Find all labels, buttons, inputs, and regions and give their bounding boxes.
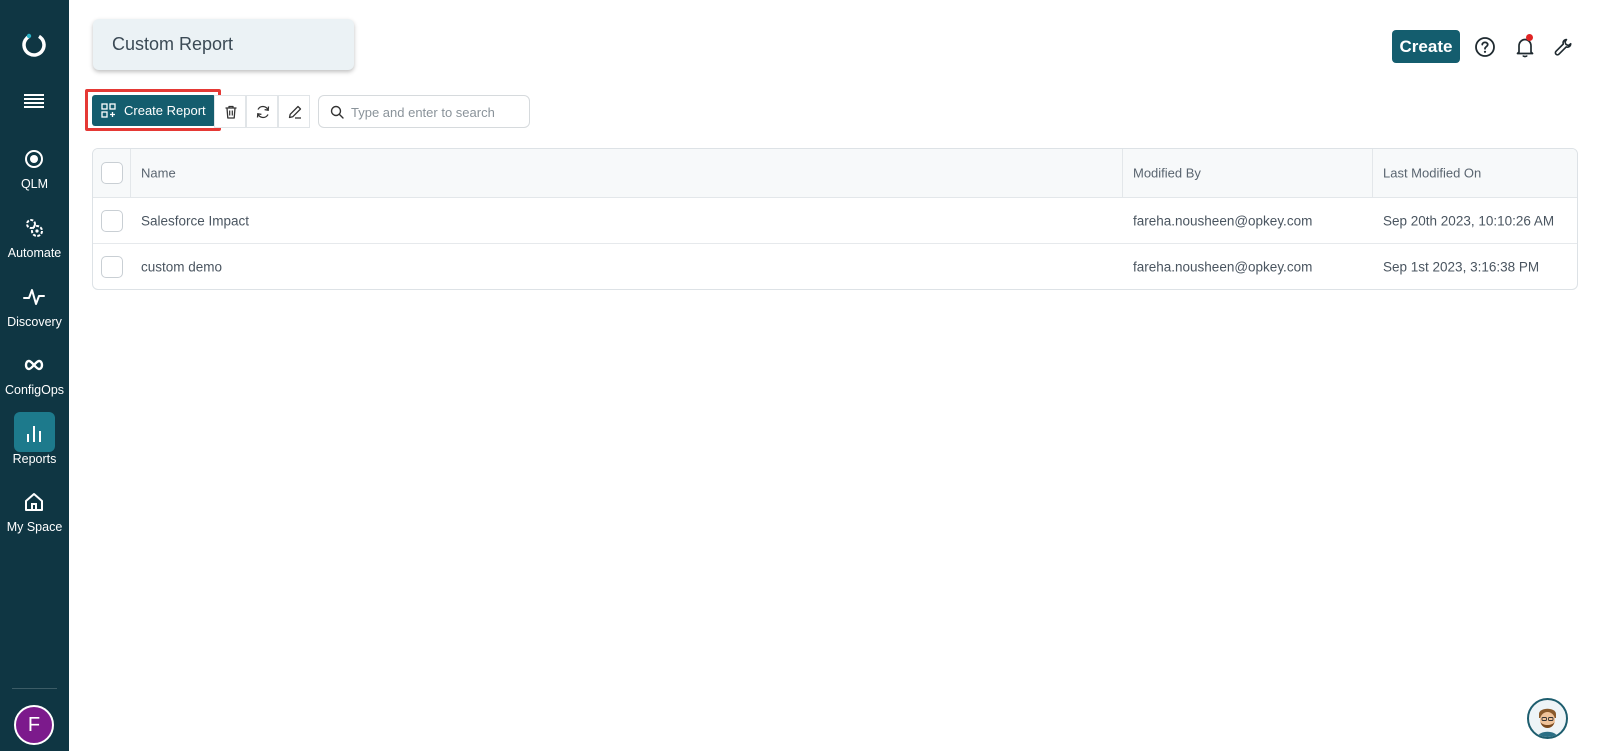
refresh-button[interactable] xyxy=(246,95,278,128)
report-name: Salesforce Impact xyxy=(141,213,250,228)
table-header: Name Modified By Last Modified On xyxy=(93,149,1577,198)
app-logo[interactable] xyxy=(21,32,47,58)
hamburger-menu-icon[interactable] xyxy=(22,92,46,110)
sidebar-item-qlm[interactable]: QLM xyxy=(0,147,69,207)
sidebar-item-reports[interactable]: Reports xyxy=(0,412,69,482)
edit-button[interactable] xyxy=(278,95,310,128)
column-header-modified-by[interactable]: Modified By xyxy=(1123,149,1373,197)
create-report-button[interactable]: Create Report xyxy=(92,95,216,126)
select-all-checkbox[interactable] xyxy=(101,162,123,184)
sidebar-item-automate[interactable]: Automate xyxy=(0,216,69,276)
assistant-bot-button[interactable] xyxy=(1527,698,1568,739)
target-icon xyxy=(25,150,43,168)
sidebar-item-configops[interactable]: ConfigOps xyxy=(0,353,69,413)
help-icon[interactable] xyxy=(1474,36,1496,58)
cell-name[interactable]: Salesforce Impact xyxy=(131,198,1123,243)
sidebar-item-discovery[interactable]: Discovery xyxy=(0,285,69,345)
wrench-icon[interactable] xyxy=(1552,36,1574,58)
search-input[interactable] xyxy=(351,102,521,122)
pulse-icon xyxy=(23,289,45,305)
page-title: Custom Report xyxy=(112,34,234,54)
column-header-label: Name xyxy=(141,165,176,181)
bar-chart-icon xyxy=(27,426,41,442)
modified-by: fareha.nousheen@opkey.com xyxy=(1133,213,1313,228)
sidebar-divider xyxy=(12,688,57,689)
sidebar-item-label: Reports xyxy=(12,452,57,466)
notification-dot xyxy=(1526,34,1533,41)
avatar[interactable]: F xyxy=(14,705,54,745)
sidebar-item-label: Automate xyxy=(7,246,62,260)
cell-name[interactable]: custom demo xyxy=(131,244,1123,289)
assistant-avatar-icon xyxy=(1529,700,1566,737)
sidebar-item-label: QLM xyxy=(20,177,49,191)
column-header-last-modified-on[interactable]: Last Modified On xyxy=(1373,149,1577,197)
delete-button[interactable] xyxy=(214,95,246,128)
last-modified-on: Sep 1st 2023, 3:16:38 PM xyxy=(1383,259,1540,275)
row-checkbox-cell xyxy=(93,244,131,289)
search-icon xyxy=(330,105,344,119)
row-checkbox-cell xyxy=(93,198,131,243)
create-button[interactable]: Create xyxy=(1392,30,1460,63)
sidebar-item-my-space[interactable]: My Space xyxy=(0,490,69,550)
column-header-name[interactable]: Name xyxy=(131,149,1123,197)
sidebar-item-label: My Space xyxy=(6,520,63,534)
row-checkbox[interactable] xyxy=(101,209,123,232)
create-report-label: Create Report xyxy=(124,103,206,118)
pencil-icon xyxy=(288,105,302,119)
cell-last-modified-on: Sep 1st 2023, 3:16:38 PM xyxy=(1373,244,1577,289)
infinity-icon xyxy=(24,359,44,371)
modified-by: fareha.nousheen@opkey.com xyxy=(1133,259,1313,275)
home-icon xyxy=(25,493,43,511)
column-header-label: Modified By xyxy=(1133,165,1201,181)
cell-modified-by: fareha.nousheen@opkey.com xyxy=(1123,244,1373,289)
sidebar: QLM Automate Discovery ConfigOps Reports… xyxy=(0,0,69,751)
table-row[interactable]: Salesforce Impact fareha.nousheen@opkey.… xyxy=(93,198,1577,244)
search-box xyxy=(318,95,530,128)
gears-icon xyxy=(26,219,43,237)
trash-icon xyxy=(225,105,237,119)
sidebar-item-label: Discovery xyxy=(7,315,62,329)
column-header-label: Last Modified On xyxy=(1383,165,1482,181)
last-modified-on: Sep 20th 2023, 10:10:26 AM xyxy=(1383,213,1555,228)
table-row[interactable]: custom demo fareha.nousheen@opkey.com Se… xyxy=(93,244,1577,289)
app-root: QLM Automate Discovery ConfigOps Reports… xyxy=(0,0,1600,751)
sidebar-item-label: ConfigOps xyxy=(4,383,65,397)
row-checkbox[interactable] xyxy=(101,256,123,278)
cell-last-modified-on: Sep 20th 2023, 10:10:26 AM xyxy=(1373,198,1577,243)
cell-modified-by: fareha.nousheen@opkey.com xyxy=(1123,198,1373,243)
page-title-card: Custom Report xyxy=(93,19,354,70)
dashboard-add-icon xyxy=(101,103,116,118)
refresh-icon xyxy=(256,105,270,119)
header-checkbox-cell xyxy=(93,149,131,197)
notification-bell-icon[interactable] xyxy=(1514,36,1536,58)
report-name: custom demo xyxy=(141,259,223,275)
reports-table: Name Modified By Last Modified On Salesf… xyxy=(92,148,1578,290)
